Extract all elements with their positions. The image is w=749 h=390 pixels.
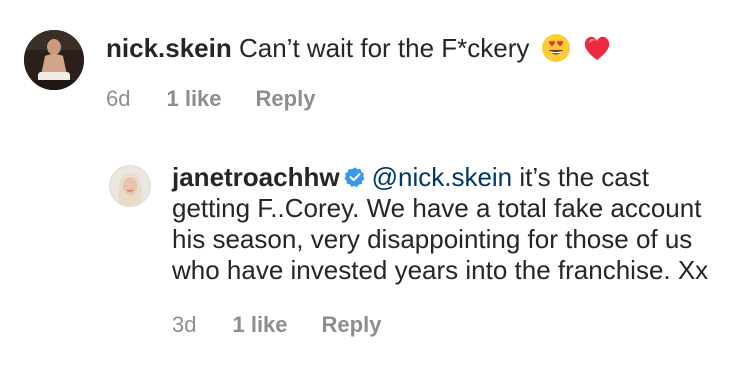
comment-meta: 3d 1 like Reply xyxy=(172,312,732,338)
username-link[interactable]: nick.skein xyxy=(106,33,232,63)
likes-count-link[interactable]: 1 like xyxy=(232,312,287,338)
verified-badge-icon xyxy=(344,167,365,188)
comment-janetroachhw: janetroachhw @nick.skein it’s the cast ge… xyxy=(109,162,732,338)
avatar-janetroachhw[interactable] xyxy=(109,165,151,207)
avatar-photo xyxy=(110,166,150,206)
smiling-face-with-heart-eyes-emoji xyxy=(541,34,570,62)
avatar-nick-skein[interactable] xyxy=(24,30,84,90)
comment-timestamp: 6d xyxy=(106,86,131,111)
comment-nick-skein: nick.skein Can’t wait for the F*ckery 6d… xyxy=(24,30,612,112)
comment-text-row: nick.skein Can’t wait for the F*ckery xyxy=(106,33,612,64)
red-heart-emoji xyxy=(584,36,610,60)
comment-meta: 6d 1 like Reply xyxy=(106,86,612,112)
avatar-photo xyxy=(24,30,84,90)
comment-body: janetroachhw @nick.skein it’s the cast ge… xyxy=(172,162,732,338)
username-link[interactable]: janetroachhw xyxy=(172,162,340,192)
comment-body: nick.skein Can’t wait for the F*ckery 6d… xyxy=(106,30,612,112)
comment-timestamp: 3d xyxy=(172,312,197,337)
comment-text-row: janetroachhw @nick.skein it’s the cast ge… xyxy=(172,162,732,286)
likes-count-link[interactable]: 1 like xyxy=(166,86,221,112)
mention-link[interactable]: @nick.skein xyxy=(372,162,513,192)
reply-button[interactable]: Reply xyxy=(322,312,382,338)
comment-text: Can’t wait for the F*ckery xyxy=(238,33,530,63)
reply-button[interactable]: Reply xyxy=(256,86,316,112)
